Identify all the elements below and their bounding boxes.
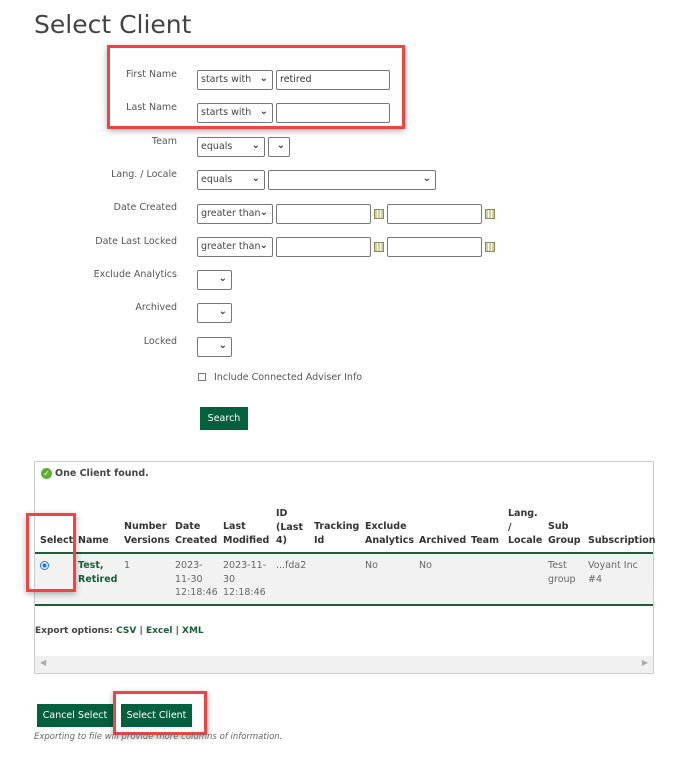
date-created-to-input[interactable] xyxy=(387,204,482,224)
col-locale: Lang. / Locale xyxy=(508,508,543,546)
last-name-operator-select[interactable]: starts with ⌄ xyxy=(197,103,273,123)
horizontal-scrollbar[interactable]: ◀ ▶ xyxy=(35,656,653,673)
calendar-icon[interactable] xyxy=(374,209,384,219)
team-select[interactable]: ⌄ xyxy=(268,137,290,157)
col-subscription: Subscription xyxy=(588,535,656,546)
include-adviser-label: Include Connected Adviser Info xyxy=(214,372,363,383)
chevron-down-icon: ⌄ xyxy=(276,140,285,151)
chevron-down-icon: ⌄ xyxy=(259,73,268,84)
cancel-select-button[interactable]: Cancel Select xyxy=(37,704,113,727)
locale-operator-select[interactable]: equals ⌄ xyxy=(197,170,265,190)
col-tracking: Tracking Id xyxy=(314,521,360,546)
date-created-label: Date Created xyxy=(113,202,177,213)
date-locked-label: Date Last Locked xyxy=(95,236,177,247)
scroll-right-icon[interactable]: ▶ xyxy=(642,658,648,667)
calendar-icon[interactable] xyxy=(485,209,495,219)
cell-versions: 1 xyxy=(124,560,131,571)
cell-modified: 2023-11-30 12:18:46 xyxy=(223,560,267,598)
col-exclude: Exclude Analytics xyxy=(365,521,415,546)
date-locked-operator-select[interactable]: greater than ⌄ xyxy=(197,237,273,257)
col-archived: Archived xyxy=(419,535,467,546)
client-name-link[interactable]: Test, Retired xyxy=(78,559,118,586)
locked-select[interactable]: ⌄ xyxy=(197,337,232,357)
calendar-icon[interactable] xyxy=(485,242,495,252)
chevron-down-icon: ⌄ xyxy=(218,273,227,284)
cell-created: 2023-11-30 12:18:46 xyxy=(175,560,218,598)
date-locked-from-input[interactable] xyxy=(276,237,371,257)
archived-label: Archived xyxy=(135,302,177,313)
export-excel-link[interactable]: Excel xyxy=(146,626,172,636)
scroll-left-icon[interactable]: ◀ xyxy=(40,658,46,667)
cell-archived: No xyxy=(419,560,432,571)
export-options: Export options: CSV | Excel | XML xyxy=(35,626,204,636)
cell-subscription: Voyant Inc #4 xyxy=(588,560,638,585)
results-status: One Client found. xyxy=(55,468,149,479)
col-team: Team xyxy=(471,535,499,546)
last-name-label: Last Name xyxy=(126,102,177,113)
locale-label: Lang. / Locale xyxy=(111,169,177,180)
cell-exclude: No xyxy=(365,560,378,571)
cell-subgroup: Test group xyxy=(548,560,576,585)
highlight-select-column xyxy=(26,513,76,592)
export-label: Export options: xyxy=(35,626,114,636)
chevron-down-icon: ⌄ xyxy=(259,240,268,251)
first-name-input[interactable]: retired xyxy=(276,70,390,90)
chevron-down-icon: ⌄ xyxy=(251,140,260,151)
date-locked-to-input[interactable] xyxy=(387,237,482,257)
last-name-input[interactable] xyxy=(276,103,390,123)
chevron-down-icon: ⌄ xyxy=(259,207,268,218)
team-label: Team xyxy=(151,136,177,147)
locked-label: Locked xyxy=(143,336,177,347)
first-name-operator-select[interactable]: starts with ⌄ xyxy=(197,70,273,90)
date-created-operator-select[interactable]: greater than ⌄ xyxy=(197,204,273,224)
chevron-down-icon: ⌄ xyxy=(259,106,268,117)
col-modified: Last Modified xyxy=(223,521,270,546)
first-name-label: First Name xyxy=(125,69,177,80)
exclude-analytics-select[interactable]: ⌄ xyxy=(197,270,232,290)
date-created-from-input[interactable] xyxy=(276,204,371,224)
chevron-down-icon: ⌄ xyxy=(422,173,431,184)
chevron-down-icon: ⌄ xyxy=(251,173,260,184)
chevron-down-icon: ⌄ xyxy=(218,340,227,351)
team-operator-select[interactable]: equals ⌄ xyxy=(197,137,265,157)
search-button[interactable]: Search xyxy=(200,407,248,430)
export-xml-link[interactable]: XML xyxy=(182,626,204,636)
exclude-analytics-label: Exclude Analytics xyxy=(93,269,177,280)
include-adviser-checkbox[interactable] xyxy=(198,373,206,381)
chevron-down-icon: ⌄ xyxy=(218,306,227,317)
results-panel: ✓ One Client found. Select Name Number V… xyxy=(34,461,656,674)
locale-select[interactable]: ⌄ xyxy=(268,170,436,190)
calendar-icon[interactable] xyxy=(374,242,384,252)
col-id: ID (Last 4) xyxy=(276,508,304,546)
col-name: Name xyxy=(78,535,109,546)
highlight-select-client xyxy=(113,691,207,735)
cell-id: ...fda2 xyxy=(276,560,307,571)
page-title: Select Client xyxy=(34,10,192,39)
col-versions: Number Versions xyxy=(124,521,170,546)
col-subgroup: Sub Group xyxy=(548,521,581,546)
export-note: Exporting to file will provide more colu… xyxy=(34,732,283,742)
export-csv-link[interactable]: CSV xyxy=(116,626,136,636)
check-circle-icon: ✓ xyxy=(41,468,52,479)
col-created: Date Created xyxy=(175,521,218,546)
archived-select[interactable]: ⌄ xyxy=(197,303,232,323)
